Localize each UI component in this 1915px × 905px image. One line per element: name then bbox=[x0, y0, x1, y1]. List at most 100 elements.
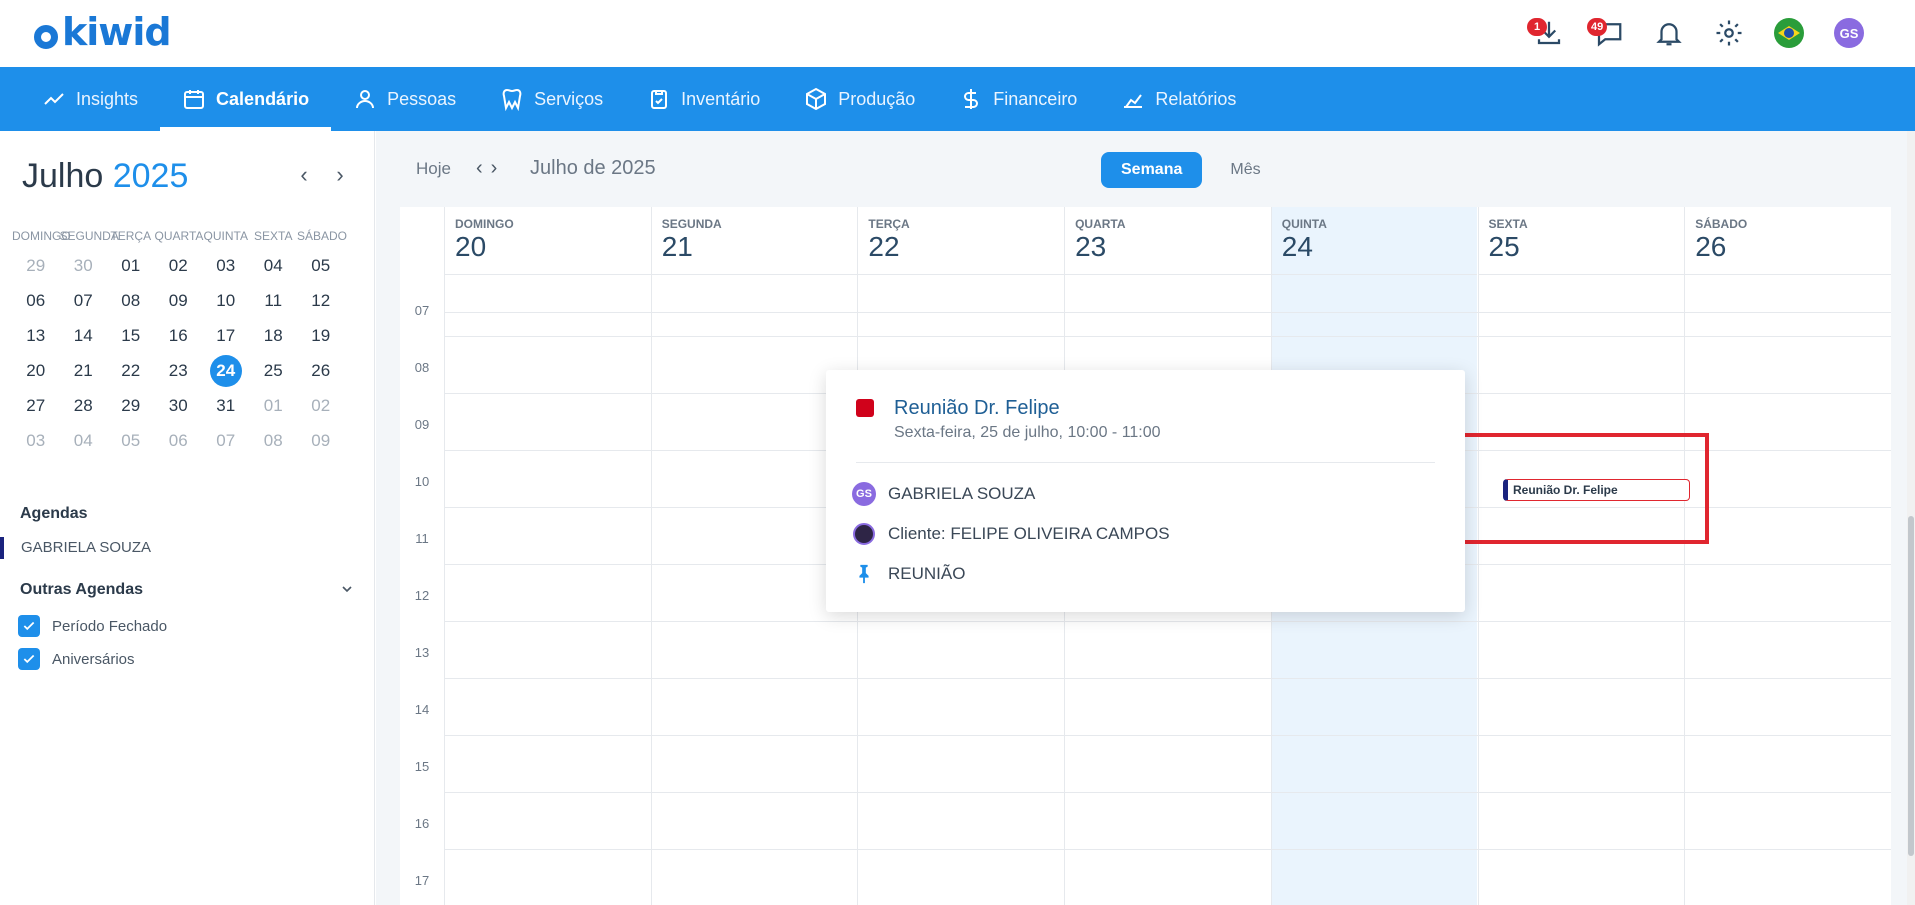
nav-producao[interactable]: Produção bbox=[782, 67, 937, 131]
mini-calendar-day[interactable]: 16 bbox=[155, 326, 203, 346]
checkbox-checked[interactable] bbox=[18, 648, 40, 670]
logo-text: kiwid bbox=[62, 10, 172, 54]
user-menu-button[interactable]: GS bbox=[1819, 14, 1879, 52]
mini-calendar-day[interactable]: 29 bbox=[107, 396, 155, 416]
view-switcher: Semana Mês bbox=[1101, 152, 1281, 188]
mini-calendar-day[interactable]: 15 bbox=[107, 326, 155, 346]
day-column[interactable] bbox=[444, 275, 651, 905]
nav-inventario[interactable]: Inventário bbox=[625, 67, 782, 131]
mini-calendar-day[interactable]: 02 bbox=[155, 256, 203, 276]
mini-calendar-day[interactable]: 05 bbox=[297, 256, 345, 276]
hour-line bbox=[444, 792, 1891, 793]
kiwid-logo[interactable]: kiwid bbox=[34, 10, 172, 54]
day-header[interactable]: QUINTA 24 bbox=[1270, 207, 1478, 275]
nav-label: Serviços bbox=[534, 88, 604, 109]
mini-calendar-day[interactable]: 12 bbox=[297, 291, 345, 311]
chat-button[interactable]: 49 bbox=[1579, 14, 1639, 52]
nav-financeiro[interactable]: Financeiro bbox=[937, 67, 1099, 131]
mini-calendar-day[interactable]: 07 bbox=[60, 291, 108, 311]
mini-calendar-day[interactable]: 10 bbox=[202, 291, 250, 311]
outras-agendas-toggle[interactable]: Outras Agendas bbox=[20, 581, 355, 599]
nav-label: Produção bbox=[838, 88, 916, 109]
mini-calendar-day[interactable]: 29 bbox=[12, 256, 60, 276]
mini-calendar-day[interactable]: 03 bbox=[202, 256, 250, 276]
settings-button[interactable] bbox=[1699, 14, 1759, 52]
chevron-left-icon[interactable]: ‹ bbox=[292, 162, 316, 187]
mini-calendar-day[interactable]: 02 bbox=[297, 396, 345, 416]
agenda-item-gabriela[interactable]: GABRIELA SOUZA bbox=[0, 537, 151, 559]
mini-calendar-day[interactable]: 22 bbox=[107, 361, 155, 381]
day-header[interactable]: TERÇA 22 bbox=[857, 207, 1065, 275]
nav-insights[interactable]: Insights bbox=[20, 67, 160, 131]
mini-calendar-day[interactable]: 06 bbox=[155, 431, 203, 451]
checkbox-aniversarios[interactable]: Aniversários bbox=[18, 648, 135, 670]
hour-line bbox=[444, 849, 1891, 850]
mini-calendar-day[interactable]: 07 bbox=[202, 431, 250, 451]
mini-calendar-day[interactable]: 09 bbox=[297, 431, 345, 451]
mini-calendar-nav: ‹ › bbox=[292, 162, 352, 187]
mini-calendar-day[interactable]: 21 bbox=[60, 361, 108, 381]
day-header[interactable]: SEGUNDA 21 bbox=[650, 207, 858, 275]
client-avatar bbox=[853, 523, 875, 545]
view-week-button[interactable]: Semana bbox=[1101, 152, 1203, 188]
mini-calendar-day[interactable]: 28 bbox=[60, 396, 108, 416]
day-name: SÁBADO bbox=[1695, 217, 1748, 231]
mini-calendar-day[interactable]: 08 bbox=[250, 431, 298, 451]
mini-calendar-day[interactable]: 19 bbox=[297, 326, 345, 346]
day-header[interactable]: SÁBADO 26 bbox=[1684, 207, 1891, 275]
next-week-icon[interactable]: › bbox=[491, 157, 498, 180]
nav-label: Inventário bbox=[681, 88, 761, 109]
mini-calendar-day[interactable]: 01 bbox=[250, 396, 298, 416]
mini-calendar-day[interactable]: 03 bbox=[12, 431, 60, 451]
mini-calendar-day[interactable]: 08 bbox=[107, 291, 155, 311]
day-column[interactable] bbox=[1477, 275, 1685, 905]
event-popup-datetime: Sexta-feira, 25 de julho, 10:00 - 11:00 bbox=[894, 424, 1161, 441]
mini-calendar-day[interactable]: 25 bbox=[250, 361, 298, 381]
weekday-label: SÁBADO bbox=[297, 229, 348, 243]
day-header[interactable]: QUARTA 23 bbox=[1064, 207, 1271, 275]
nav-relatorios[interactable]: Relatórios bbox=[1099, 67, 1258, 131]
prev-week-icon[interactable]: ‹ bbox=[476, 157, 483, 180]
download-button[interactable]: 1 bbox=[1519, 14, 1579, 52]
selection-highlight bbox=[1444, 433, 1709, 544]
day-header[interactable]: SEXTA 25 bbox=[1477, 207, 1685, 275]
checkbox-periodo-fechado[interactable]: Período Fechado bbox=[18, 615, 167, 637]
mini-calendar-day[interactable]: 04 bbox=[60, 431, 108, 451]
day-column[interactable] bbox=[1684, 275, 1891, 905]
scrollbar-thumb[interactable] bbox=[1908, 516, 1914, 856]
scrollbar[interactable] bbox=[1907, 131, 1915, 905]
hour-label: 11 bbox=[415, 531, 429, 546]
nav-servicos[interactable]: Serviços bbox=[478, 67, 625, 131]
mini-calendar-day[interactable]: 27 bbox=[12, 396, 60, 416]
mini-calendar-day[interactable]: 05 bbox=[107, 431, 155, 451]
mini-calendar-day[interactable]: 23 bbox=[155, 361, 203, 381]
chart-icon bbox=[1124, 94, 1143, 108]
language-button[interactable] bbox=[1759, 14, 1819, 52]
mini-calendar-day[interactable]: 13 bbox=[12, 326, 60, 346]
mini-calendar-day[interactable]: 09 bbox=[155, 291, 203, 311]
mini-calendar-day[interactable]: 14 bbox=[60, 326, 108, 346]
mini-calendar-day[interactable]: 11 bbox=[250, 291, 298, 311]
notifications-button[interactable] bbox=[1639, 14, 1699, 52]
view-month-button[interactable]: Mês bbox=[1210, 152, 1280, 188]
nav-calendario[interactable]: Calendário bbox=[160, 67, 332, 131]
mini-calendar-year: 2025 bbox=[112, 157, 189, 195]
mini-calendar-day[interactable]: 18 bbox=[250, 326, 298, 346]
nav-pessoas[interactable]: Pessoas bbox=[331, 67, 478, 131]
mini-calendar-day[interactable]: 04 bbox=[250, 256, 298, 276]
mini-calendar-day[interactable]: 17 bbox=[202, 326, 250, 346]
mini-calendar-day[interactable]: 31 bbox=[202, 396, 250, 416]
mini-calendar-day[interactable]: 24 bbox=[209, 354, 242, 387]
mini-calendar-day[interactable]: 30 bbox=[60, 256, 108, 276]
event-type-label: REUNIÃO bbox=[888, 564, 966, 583]
agendas-heading: Agendas bbox=[20, 505, 88, 522]
today-button[interactable]: Hoje bbox=[416, 159, 451, 179]
mini-calendar-day[interactable]: 20 bbox=[12, 361, 60, 381]
mini-calendar-day[interactable]: 30 bbox=[155, 396, 203, 416]
mini-calendar-day[interactable]: 06 bbox=[12, 291, 60, 311]
mini-calendar-day[interactable]: 26 bbox=[297, 361, 345, 381]
checkbox-checked[interactable] bbox=[18, 615, 40, 637]
chevron-right-icon[interactable]: › bbox=[328, 162, 352, 187]
mini-calendar-day[interactable]: 01 bbox=[107, 256, 155, 276]
day-header[interactable]: DOMINGO 20 bbox=[444, 207, 651, 275]
